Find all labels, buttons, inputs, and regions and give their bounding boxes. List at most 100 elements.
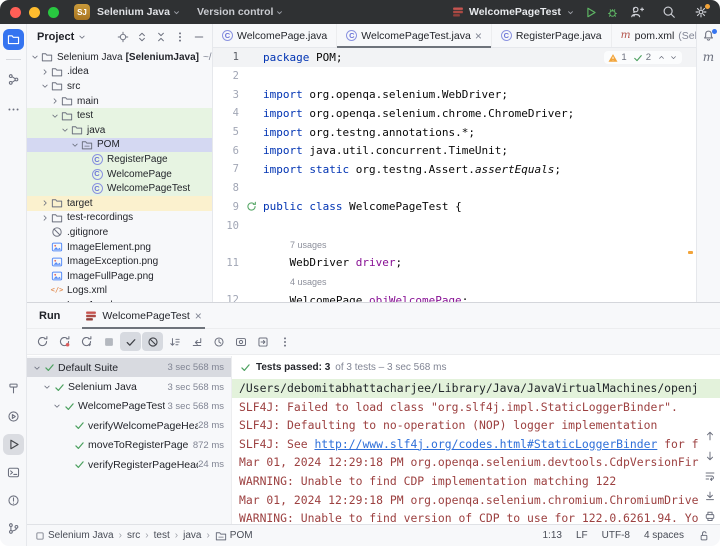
tree-item[interactable]: ImageElement.png <box>27 240 212 255</box>
soft-wrap-icon[interactable] <box>702 468 718 484</box>
breadcrumb-item[interactable]: test <box>154 530 170 541</box>
run-icon[interactable] <box>3 434 24 455</box>
test-tree-row[interactable]: Default Suite3 sec 568 ms <box>27 358 231 377</box>
lock-open-icon[interactable] <box>698 530 710 542</box>
tree-item[interactable]: target <box>27 196 212 211</box>
locate-icon[interactable] <box>115 29 130 44</box>
tree-item[interactable]: </>Logs.xml <box>27 284 212 299</box>
test-tree-row[interactable]: verifyWelcomePageHeading28 ms <box>27 416 231 435</box>
sort-icon[interactable] <box>164 332 185 351</box>
close-icon[interactable]: × <box>195 310 202 322</box>
project-panel-title[interactable]: Project <box>37 31 74 43</box>
editor-tab[interactable]: CWelcomePageTest.java× <box>337 24 492 47</box>
tree-item[interactable]: main <box>27 94 212 109</box>
breadcrumb-item[interactable]: src <box>127 530 140 541</box>
chevron-down-icon[interactable] <box>77 32 87 42</box>
autotest-icon[interactable] <box>76 332 97 351</box>
status-widget[interactable]: 1:13 <box>542 530 561 541</box>
chevron-down-icon[interactable] <box>29 52 40 62</box>
run-play-icon[interactable] <box>584 6 597 19</box>
chevron-down-icon[interactable] <box>51 401 62 411</box>
show-passed-icon[interactable] <box>120 332 141 351</box>
stop-icon[interactable] <box>98 332 119 351</box>
tree-item[interactable]: .gitignore <box>27 225 212 240</box>
bell-icon[interactable] <box>702 29 715 42</box>
chevron-down-icon[interactable] <box>49 111 60 121</box>
scroll-end-icon[interactable] <box>702 488 718 504</box>
build-hammer-icon[interactable] <box>3 378 24 399</box>
chevron-right-icon[interactable] <box>39 198 50 208</box>
breadcrumb-item[interactable]: Selenium Java <box>35 530 114 541</box>
code-line[interactable]: 11 WebDriver driver; <box>213 254 696 273</box>
flatten-icon[interactable] <box>186 332 207 351</box>
console-link[interactable]: http://www.slf4j.org/codes.html#StaticLo… <box>314 437 657 451</box>
problems-icon[interactable] <box>3 490 24 511</box>
expand-all-icon[interactable] <box>134 29 149 44</box>
tree-item[interactable]: Selenium Java[SeleniumJava]~/IdeaProj <box>27 50 212 65</box>
tree-item[interactable]: test <box>27 108 212 123</box>
code-line[interactable]: 8 <box>213 179 696 198</box>
run-gutter-icon[interactable] <box>239 201 263 212</box>
tree-item[interactable]: ImageFullPage.png <box>27 269 212 284</box>
code-line[interactable]: 9public class WelcomePageTest { <box>213 198 696 217</box>
chevron-down-icon[interactable] <box>59 125 70 135</box>
chevron-down-icon[interactable] <box>69 140 80 150</box>
collapse-all-icon[interactable] <box>153 29 168 44</box>
project-folder-icon[interactable] <box>3 29 24 50</box>
chevron-right-icon[interactable] <box>49 96 60 106</box>
run-configuration-selector[interactable]: WelcomePageTest <box>452 6 575 18</box>
project-menu[interactable]: Selenium Java <box>97 6 181 18</box>
tree-item[interactable]: .idea <box>27 65 212 80</box>
chevron-right-icon[interactable] <box>39 213 50 223</box>
user-plus-icon[interactable] <box>630 5 644 19</box>
vcs-menu[interactable]: Version control <box>197 6 284 18</box>
tree-item[interactable]: CWelcomePageTest <box>27 181 212 196</box>
code-line[interactable]: 4 usages <box>213 272 696 291</box>
settings-gear-icon[interactable] <box>694 5 708 19</box>
code-line[interactable]: 7 usages <box>213 235 696 254</box>
close-icon[interactable]: × <box>475 30 482 42</box>
arrow-up-icon[interactable] <box>702 428 718 444</box>
code-line[interactable]: 3import org.openqa.selenium.WebDriver; <box>213 85 696 104</box>
test-tree-row[interactable]: verifyRegisterPageHeading24 ms <box>27 455 231 474</box>
breadcrumb-item[interactable]: java <box>183 530 201 541</box>
test-tree-row[interactable]: Selenium Java3 sec 568 ms <box>27 377 231 396</box>
rerun-icon[interactable] <box>32 332 53 351</box>
chevron-down-icon[interactable] <box>39 81 50 91</box>
rerun-failed-icon[interactable] <box>54 332 75 351</box>
more-icon[interactable] <box>3 99 24 120</box>
git-branch-icon[interactable] <box>3 518 24 539</box>
screenshot-icon[interactable] <box>230 332 251 351</box>
close-window-button[interactable] <box>10 7 21 18</box>
next-problem-chevron-icon[interactable] <box>669 53 678 62</box>
code-line[interactable]: 6import java.util.concurrent.TimeUnit; <box>213 141 696 160</box>
code-line[interactable]: 5import org.testng.annotations.*; <box>213 123 696 142</box>
code-line[interactable]: 7import static org.testng.Assert.assertE… <box>213 160 696 179</box>
structure-icon[interactable] <box>3 69 24 90</box>
hide-icon[interactable] <box>191 29 206 44</box>
editor-tab[interactable]: CRegisterPage.java <box>492 24 612 47</box>
zoom-window-button[interactable] <box>48 7 59 18</box>
print-icon[interactable] <box>702 508 718 524</box>
code-line[interactable]: 4import org.openqa.selenium.chrome.Chrom… <box>213 104 696 123</box>
chevron-down-icon[interactable] <box>31 363 42 373</box>
run-console[interactable]: Tests passed: 3 of 3 tests – 3 sec 568 m… <box>232 356 720 524</box>
code-editor[interactable]: 1package POM;23import org.openqa.seleniu… <box>213 48 696 302</box>
test-tree-row[interactable]: moveToRegisterPage872 ms <box>27 436 231 455</box>
tree-item[interactable]: ImageException.png <box>27 254 212 269</box>
export-icon[interactable] <box>252 332 273 351</box>
debug-icon[interactable] <box>606 6 619 19</box>
search-icon[interactable] <box>662 5 676 19</box>
prev-problem-chevron-icon[interactable] <box>657 53 666 62</box>
services-icon[interactable] <box>3 406 24 427</box>
tree-item[interactable]: src <box>27 79 212 94</box>
kebab-icon[interactable] <box>172 29 187 44</box>
tree-item[interactable]: CRegisterPage <box>27 152 212 167</box>
arrow-down-icon[interactable] <box>702 448 718 464</box>
inspection-widget[interactable]: 1 2 <box>604 51 682 64</box>
code-line[interactable]: 10 <box>213 216 696 235</box>
editor-tab[interactable]: CWelcomePage.java <box>213 24 337 47</box>
code-line[interactable]: 2 <box>213 67 696 86</box>
status-widget[interactable]: 4 spaces <box>644 530 684 541</box>
minimize-window-button[interactable] <box>29 7 40 18</box>
